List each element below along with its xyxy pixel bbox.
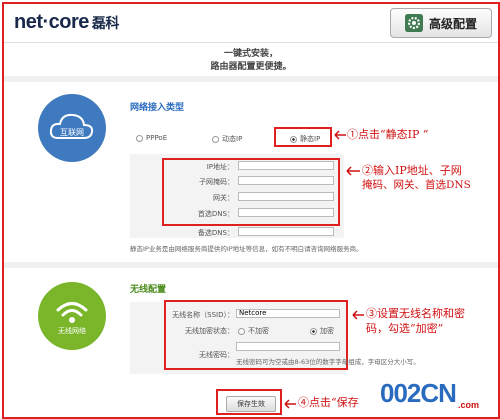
- radio-dynamic-label: 动态IP: [222, 135, 243, 143]
- arrow-icon-1: [334, 130, 346, 140]
- advanced-config-button[interactable]: 高级配置: [390, 8, 492, 38]
- advanced-config-label: 高级配置: [428, 16, 477, 31]
- annotation-step4: ④点击“保存: [298, 396, 359, 409]
- annotation-step3-line2: 码，勾选“加密”: [366, 322, 444, 335]
- internet-icon: 互联网: [38, 94, 106, 162]
- annotation-step2-line1: ②输入IP地址、子网: [362, 164, 462, 177]
- subnet-mask-label: 子网掩码：: [199, 178, 234, 186]
- wifi-icon-label: 无线网络: [58, 326, 86, 335]
- cloud-icon: 互联网: [49, 113, 94, 139]
- arrow-icon-4: [284, 399, 296, 409]
- highlight-save-button: [216, 389, 282, 415]
- highlight-static-ip: [274, 127, 332, 147]
- subnet-mask-input[interactable]: [238, 176, 334, 185]
- brand-logo-cn: 磊科: [91, 15, 120, 31]
- ssid-label: 无线名称（SSID）：: [172, 311, 234, 319]
- wifi-password-label: 无线密码：: [199, 351, 234, 359]
- static-ip-note: 静态IP业务是由网络服务商提供的IP地址等信息，如有不明白请咨询网络服务商。: [130, 245, 363, 253]
- radio-no-encrypt-label: 不加密: [248, 327, 269, 335]
- watermark-logo: 002CN: [380, 378, 457, 408]
- internet-icon-label: 互联网: [60, 128, 84, 137]
- network-type-title: 网络接入类型: [130, 103, 185, 113]
- gateway-label: 网关：: [213, 194, 234, 202]
- radio-encrypt[interactable]: 加密: [310, 326, 334, 336]
- arrow-icon-2: [346, 166, 360, 176]
- arrow-icon-3: [352, 310, 364, 320]
- primary-dns-label: 首选DNS：: [197, 210, 234, 218]
- ip-address-input[interactable]: [238, 161, 334, 170]
- header: net·core 磊科 高级配置: [4, 4, 498, 43]
- wireless-title: 无线配置: [130, 285, 167, 295]
- ssid-input[interactable]: Netcore: [236, 309, 340, 318]
- tagline-line1: 一键式安装，: [223, 49, 278, 59]
- radio-dynamic-ip[interactable]: 动态IP: [212, 134, 242, 144]
- watermark-domain: .com: [458, 400, 480, 410]
- wifi-password-input[interactable]: [236, 342, 340, 351]
- annotation-step1: ①点击“静态IP ”: [347, 128, 429, 141]
- encryption-label: 无线加密状态：: [185, 327, 234, 335]
- brand-logo: net·core 磊科: [14, 11, 120, 33]
- secondary-dns-input[interactable]: [238, 227, 334, 236]
- secondary-dns-label: 备选DNS：: [197, 229, 234, 237]
- page-frame: net·core 磊科 高级配置 一键式安装， 路由器配置更便捷。 互联网 网络接…: [2, 2, 500, 419]
- annotation-step3-line1: ③设置无线名称和密: [366, 307, 465, 320]
- radio-encrypt-label: 加密: [320, 327, 334, 335]
- gear-icon: [404, 14, 423, 32]
- radio-no-encrypt-circle[interactable]: [238, 327, 245, 335]
- annotation-step2-line2: 掩码、网关、首选DNS: [362, 179, 471, 191]
- radio-pppoe[interactable]: PPPoE: [136, 134, 167, 142]
- radio-pppoe-circle[interactable]: [136, 134, 143, 142]
- radio-no-encrypt[interactable]: 不加密: [238, 326, 269, 336]
- radio-encrypt-circle[interactable]: [310, 327, 317, 335]
- gateway-input[interactable]: [238, 192, 334, 201]
- radio-pppoe-label: PPPoE: [146, 134, 168, 142]
- radio-dynamic-circle[interactable]: [212, 135, 219, 143]
- ip-address-label: IP地址：: [206, 163, 234, 171]
- wifi-password-note: 无线密码可为空或由8-63位的数字字母组成，字母区分大小写。: [236, 358, 420, 366]
- primary-dns-input[interactable]: [238, 208, 334, 217]
- tagline-line2: 路由器配置更便捷。: [210, 62, 292, 72]
- wifi-network-icon: 无线网络: [38, 282, 106, 350]
- wifi-icon: 无线网络: [56, 302, 88, 335]
